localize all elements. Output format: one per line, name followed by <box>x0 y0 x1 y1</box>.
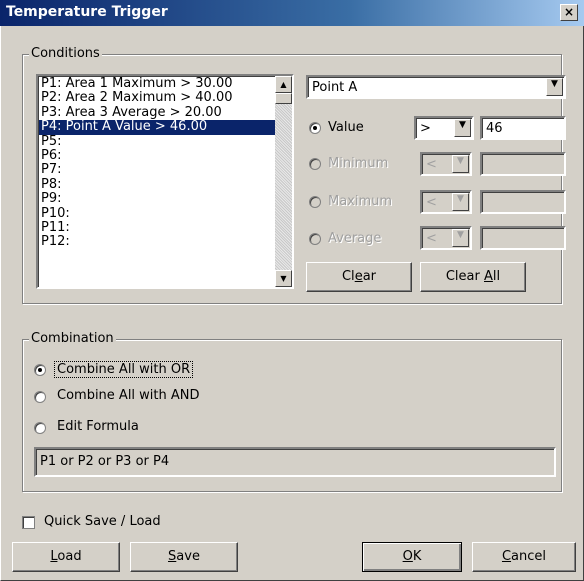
minimum-radio[interactable] <box>309 158 321 170</box>
load-label-b: oad <box>57 549 82 564</box>
load-button[interactable]: Load <box>12 542 120 572</box>
scroll-thumb[interactable] <box>275 93 292 104</box>
list-item[interactable]: P8: <box>39 177 275 192</box>
maximum-operator: < <box>426 195 437 210</box>
combine-or-label[interactable]: Combine All with OR <box>54 361 194 378</box>
value-operator-dropdown[interactable]: > ▼ <box>414 116 474 140</box>
list-item[interactable]: P4: Point A Value > 46.00 <box>39 119 275 135</box>
edit-formula-label: Edit Formula <box>57 419 139 434</box>
ok-button[interactable]: OK <box>362 542 462 572</box>
clear-all-label-b: ll <box>492 269 501 284</box>
clear-all-label-u: A <box>484 269 493 284</box>
close-button[interactable]: × <box>560 4 578 21</box>
combine-or-radio[interactable] <box>34 364 46 376</box>
clear-label-b: ar <box>362 269 376 284</box>
combination-legend: Combination <box>29 331 116 346</box>
conditions-list-items: P1: Area 1 Maximum > 30.00 P2: Area 2 Max… <box>39 76 275 250</box>
edit-formula-radio[interactable] <box>34 422 46 434</box>
conditions-scrollbar[interactable]: ▲ ▼ <box>275 76 292 287</box>
list-item[interactable]: P9: <box>39 191 275 206</box>
value-operator: > <box>420 121 431 136</box>
cancel-label-b: ancel <box>511 549 547 564</box>
ok-label-b: K <box>412 549 422 564</box>
title-bar: Temperature Trigger × <box>0 0 584 26</box>
combine-and-radio[interactable] <box>34 391 46 403</box>
chevron-down-icon: ▼ <box>457 194 464 204</box>
list-item[interactable]: P12: <box>39 234 275 249</box>
list-item[interactable]: P2: Area 2 Maximum > 40.00 <box>39 90 275 105</box>
scroll-up-button[interactable]: ▲ <box>275 76 292 93</box>
minimum-label: Minimum <box>328 156 389 171</box>
average-input[interactable] <box>480 226 566 250</box>
list-item[interactable]: P5: <box>39 134 275 149</box>
maximum-radio[interactable] <box>309 196 321 208</box>
source-value: Point A <box>312 80 358 95</box>
list-item[interactable]: P6: <box>39 148 275 163</box>
cancel-button[interactable]: Cancel <box>472 542 576 572</box>
source-dropdown[interactable]: Point A ▼ <box>306 75 566 99</box>
clear-label-u: e <box>354 269 363 284</box>
list-item[interactable]: P7: <box>39 162 275 177</box>
maximum-operator-button[interactable]: ▼ <box>452 193 469 211</box>
chevron-down-icon: ▼ <box>459 120 466 130</box>
chevron-down-icon: ▼ <box>457 230 464 240</box>
minimum-operator: < <box>426 157 437 172</box>
maximum-label: Maximum <box>328 194 393 209</box>
scroll-down-button[interactable]: ▼ <box>275 270 292 287</box>
maximum-operator-dropdown[interactable]: < ▼ <box>420 190 472 214</box>
quick-save-label: Quick Save / Load <box>44 514 161 529</box>
formula-text: P1 or P2 or P3 or P4 <box>40 454 170 469</box>
save-button[interactable]: Save <box>130 542 238 572</box>
list-item[interactable]: P11: <box>39 220 275 235</box>
cancel-label-u: C <box>501 549 512 564</box>
chevron-down-icon: ▼ <box>457 156 464 166</box>
save-label-b: ave <box>176 549 200 564</box>
clear-all-button[interactable]: Clear All <box>420 262 526 292</box>
list-item[interactable]: P3: Area 3 Average > 20.00 <box>39 105 275 120</box>
chevron-down-icon: ▼ <box>551 79 558 89</box>
combine-and-label: Combine All with AND <box>57 388 200 403</box>
value-input-text: 46 <box>486 121 503 136</box>
clear-label-a: Cl <box>341 269 355 284</box>
minimum-operator-dropdown[interactable]: < ▼ <box>420 152 472 176</box>
value-radio[interactable] <box>309 122 321 134</box>
arrow-down-icon: ▼ <box>280 274 287 283</box>
list-item[interactable]: P10: <box>39 206 275 221</box>
clear-all-label-a: Clear <box>445 269 484 284</box>
average-operator-button[interactable]: ▼ <box>452 229 469 247</box>
window-title: Temperature Trigger <box>6 4 168 20</box>
conditions-list[interactable]: P1: Area 1 Maximum > 30.00 P2: Area 2 Max… <box>36 74 294 289</box>
minimum-operator-button[interactable]: ▼ <box>452 155 469 173</box>
maximum-input[interactable] <box>480 190 566 214</box>
close-icon: × <box>563 5 575 19</box>
value-label: Value <box>328 120 364 135</box>
average-label: Average <box>328 231 382 246</box>
list-item[interactable]: P1: Area 1 Maximum > 30.00 <box>39 76 275 91</box>
average-radio[interactable] <box>309 233 321 245</box>
arrow-up-icon: ▲ <box>280 80 287 89</box>
average-operator-dropdown[interactable]: < ▼ <box>420 226 472 250</box>
formula-field[interactable]: P1 or P2 or P3 or P4 <box>34 447 556 477</box>
clear-button[interactable]: Clear <box>306 262 412 292</box>
source-dropdown-button[interactable]: ▼ <box>546 78 563 96</box>
value-input[interactable]: 46 <box>480 116 566 140</box>
conditions-legend: Conditions <box>29 46 102 61</box>
value-operator-button[interactable]: ▼ <box>454 119 471 137</box>
ok-label-u: O <box>402 549 413 564</box>
minimum-input[interactable] <box>480 152 566 176</box>
average-operator: < <box>426 231 437 246</box>
quick-save-checkbox[interactable] <box>22 516 35 529</box>
